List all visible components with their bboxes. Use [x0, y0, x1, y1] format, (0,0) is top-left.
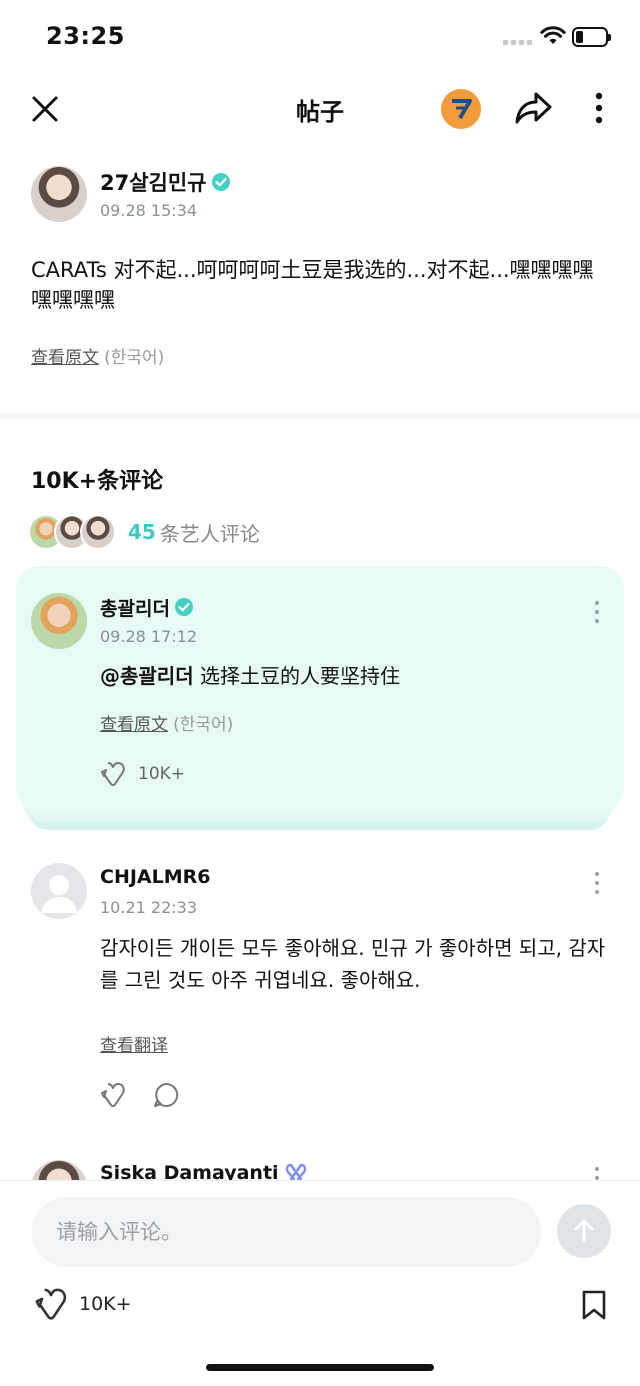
reply-icon[interactable] — [153, 1082, 179, 1108]
translate-row: 查看原文 (한국어) — [100, 710, 233, 735]
comment-body: @총괄리더 选择土豆的人要坚持住 — [100, 662, 600, 690]
comment-author-name: 총괄리더 — [100, 598, 170, 620]
brand-logo-icon[interactable] — [441, 89, 481, 129]
like-count: 10K+ — [138, 764, 186, 784]
wifi-icon — [540, 26, 566, 44]
artist-avatar — [80, 514, 116, 550]
battery-icon — [572, 27, 611, 47]
view-translation-link[interactable]: 查看翻译 — [100, 1031, 168, 1056]
comment-more-icon[interactable] — [595, 601, 599, 623]
post-like-count: 10K+ — [79, 1293, 132, 1315]
artist-comment-label: 条艺人评论 — [159, 521, 260, 546]
comment-body: 감자이든 개이든 모두 좋아해요. 민규 가 좋아하면 되고, 감자를 그린 것… — [100, 936, 606, 992]
comment-input[interactable] — [32, 1197, 541, 1267]
commenter-avatar[interactable] — [31, 863, 87, 919]
verified-badge-icon — [211, 173, 230, 191]
comment-timestamp: 09.28 17:12 — [100, 627, 197, 646]
comment-timestamp: 10.21 22:33 — [100, 898, 197, 917]
source-language: (한국어) — [173, 715, 234, 735]
comment-mention[interactable]: @총괄리더 — [100, 664, 194, 688]
artist-comments-row[interactable]: 45 条艺人评论 — [28, 514, 260, 550]
like-icon[interactable] — [32, 1286, 70, 1322]
post-author[interactable]: 27살김민규 — [100, 167, 231, 197]
section-divider — [0, 413, 640, 419]
arrow-up-icon — [574, 1219, 594, 1242]
more-options-icon[interactable] — [590, 92, 608, 126]
post-author-name: 27살김민규 — [100, 171, 207, 195]
seventeen-logo-icon — [452, 99, 472, 120]
home-indicator — [206, 1364, 434, 1371]
comment-more-icon[interactable] — [595, 872, 599, 894]
status-time: 23:25 — [46, 22, 125, 50]
comment-author[interactable]: 총괄리더 — [100, 594, 194, 621]
author-avatar[interactable] — [31, 166, 87, 222]
comment-author-name[interactable]: CHJALMR6 — [100, 866, 210, 888]
view-original-link[interactable]: 查看原文 — [31, 348, 99, 368]
post-body: CARATs 对不起...呵呵呵呵土豆是我选的...对不起...嘿嘿嘿嘿嘿嘿嘿嘿 — [31, 258, 594, 312]
view-original-link[interactable]: 查看原文 — [100, 715, 168, 735]
like-icon[interactable] — [99, 760, 127, 788]
bookmark-icon[interactable] — [581, 1289, 607, 1321]
post-timestamp: 09.28 15:34 — [100, 201, 197, 220]
verified-badge-icon — [174, 598, 193, 616]
translate-row: 查看原文 (한국어) — [31, 343, 164, 368]
cellular-signal-icon — [503, 40, 532, 45]
comment-text: 选择土豆的人要坚持住 — [193, 664, 400, 688]
source-language: (한국어) — [104, 348, 165, 368]
membership-badge-icon — [285, 1163, 307, 1181]
default-user-icon — [41, 875, 77, 913]
commenter-avatar[interactable] — [31, 593, 87, 649]
artist-comment-count: 45 — [128, 520, 156, 544]
send-button[interactable] — [557, 1204, 611, 1258]
comments-count-title: 10K+条评论 — [31, 469, 164, 494]
like-icon[interactable] — [99, 1081, 127, 1109]
share-icon[interactable] — [514, 90, 554, 126]
